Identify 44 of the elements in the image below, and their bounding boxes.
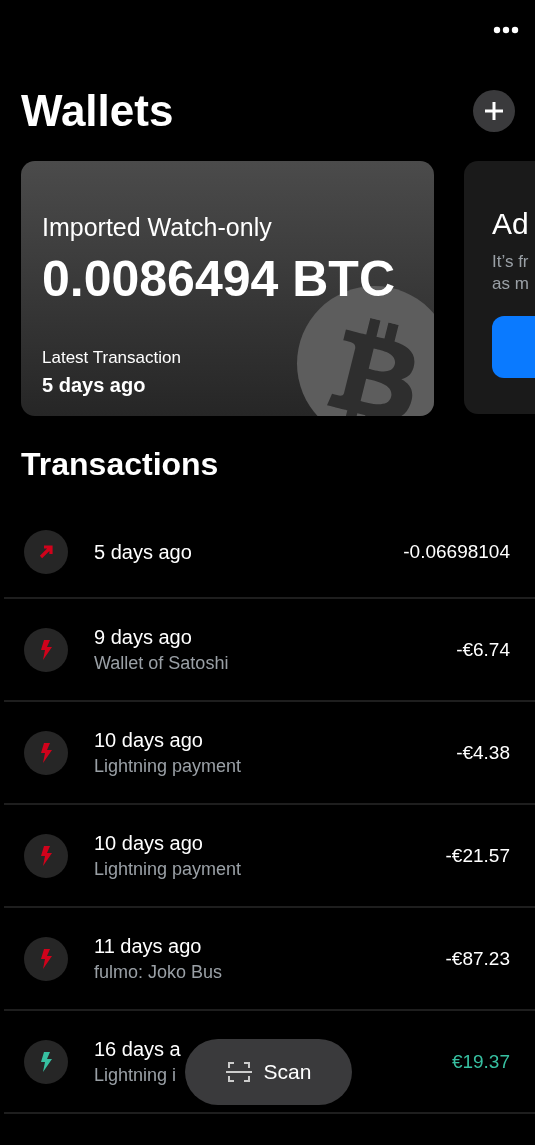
card-text: It’s fr xyxy=(492,251,530,273)
add-wallet-card[interactable]: Ad It’s fr as m xyxy=(464,161,535,414)
transaction-date: 9 days ago xyxy=(94,625,192,649)
transaction-amount: -0.06698104 xyxy=(403,541,510,563)
plus-icon xyxy=(484,101,504,121)
transaction-date: 10 days ago xyxy=(94,831,203,855)
transaction-row[interactable]: 10 days ago Lightning payment -€21.57 xyxy=(4,805,535,908)
transaction-amount: -€21.57 xyxy=(445,844,510,867)
section-title: Transactions xyxy=(21,446,220,483)
wallet-balance: 0.0086494 BTC xyxy=(42,250,396,308)
wallet-card[interactable]: Imported Watch-only 0.0086494 BTC Latest Transaction 5 days ago xyxy=(21,161,434,416)
transaction-memo: Lightning payment xyxy=(94,858,242,880)
lightning-icon xyxy=(40,1051,52,1072)
latest-value: 5 days ago xyxy=(42,374,147,397)
card-title: Ad xyxy=(492,207,529,241)
lightning-icon xyxy=(40,845,52,866)
scan-button[interactable]: Scan xyxy=(185,1039,352,1105)
transaction-memo: Lightning i xyxy=(94,1064,177,1086)
transaction-row[interactable]: 10 days ago Lightning payment -€4.38 xyxy=(4,702,535,805)
arrow-icon xyxy=(38,544,54,560)
transaction-amount: -€6.74 xyxy=(456,638,510,661)
transaction-date: 5 days ago xyxy=(94,540,192,564)
more-icon[interactable] xyxy=(493,26,519,34)
transaction-row[interactable]: 5 days ago -0.06698104 xyxy=(4,507,535,599)
transaction-amount: -€87.23 xyxy=(445,947,510,970)
card-text: as m xyxy=(492,273,530,295)
transaction-amount: -€4.38 xyxy=(456,741,510,764)
transaction-date: 11 days ago xyxy=(94,934,202,958)
transaction-date: 10 days ago xyxy=(94,728,203,752)
page-title: Wallets xyxy=(21,86,174,136)
transaction-memo: Lightning payment xyxy=(94,755,242,777)
transaction-memo: Wallet of Satoshi xyxy=(94,652,229,674)
latest-label: Latest Transaction xyxy=(42,348,182,368)
transaction-memo: fulmo: Joko Bus xyxy=(94,961,223,983)
scan-icon xyxy=(225,1061,252,1083)
lightning-icon xyxy=(40,742,52,763)
add-button[interactable] xyxy=(473,90,515,132)
transaction-amount: €19.37 xyxy=(451,1050,510,1073)
lightning-icon xyxy=(40,639,52,660)
lightning-icon xyxy=(40,948,52,969)
wallet-type: Imported Watch-only xyxy=(42,213,273,242)
transaction-row[interactable]: 11 days ago fulmo: Joko Bus -€87.23 xyxy=(4,908,535,1011)
transaction-row[interactable]: 9 days ago Wallet of Satoshi -€6.74 xyxy=(4,599,535,702)
transaction-date: 16 days a xyxy=(94,1037,181,1061)
